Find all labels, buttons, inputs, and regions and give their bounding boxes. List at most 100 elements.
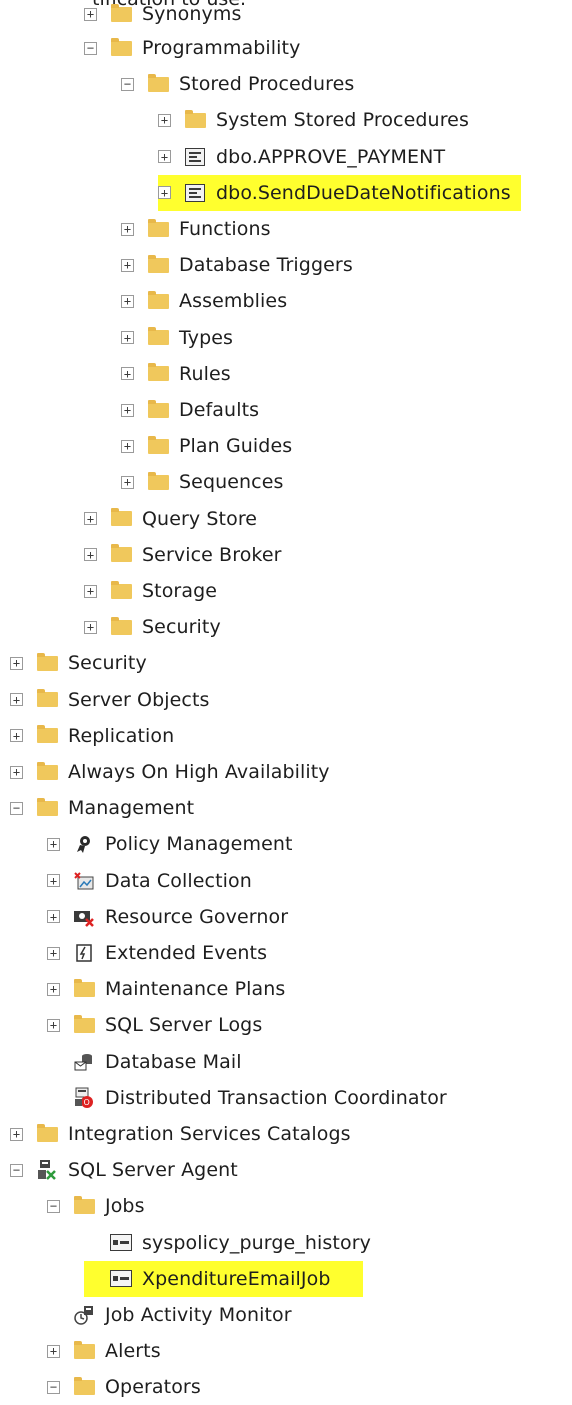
- tree-node[interactable]: + Security: [84, 609, 221, 645]
- expand-toggle-icon[interactable]: +: [10, 656, 23, 670]
- folder-icon: [147, 290, 169, 311]
- expand-toggle-icon[interactable]: +: [47, 1344, 60, 1358]
- tree-node[interactable]: + Data Collection: [47, 863, 252, 899]
- tree-node-label: Sequences: [179, 471, 284, 494]
- tree-node[interactable]: + dbo.APPROVE_PAYMENT: [158, 139, 445, 175]
- expand-toggle-icon[interactable]: +: [121, 439, 134, 453]
- tree-node[interactable]: + Storage: [84, 573, 217, 609]
- expand-toggle-icon[interactable]: +: [84, 512, 97, 526]
- expand-toggle-icon[interactable]: +: [47, 982, 60, 996]
- expand-toggle-icon[interactable]: +: [121, 331, 134, 345]
- collapse-toggle-icon[interactable]: −: [47, 1380, 60, 1394]
- folder-icon: [110, 580, 132, 601]
- expand-toggle-icon[interactable]: +: [158, 186, 171, 200]
- tree-node[interactable]: + Extended Events: [47, 935, 267, 971]
- tree-node-label: syspolicy_purge_history: [142, 1231, 371, 1254]
- tree-node[interactable]: + Sequences: [121, 464, 284, 500]
- collapse-toggle-icon[interactable]: −: [121, 77, 134, 91]
- collapse-toggle-icon[interactable]: −: [84, 41, 97, 55]
- expand-toggle-icon[interactable]: +: [121, 367, 134, 381]
- expand-toggle-icon[interactable]: +: [10, 693, 23, 707]
- tree-node-label: Types: [179, 326, 234, 349]
- no-toggle: [84, 1236, 97, 1249]
- tree-node-label: Service Broker: [142, 543, 282, 566]
- tree-node[interactable]: + Defaults: [121, 392, 259, 428]
- expand-toggle-icon[interactable]: +: [158, 150, 171, 164]
- tree-node-label: Defaults: [179, 399, 260, 421]
- policy-icon: [73, 834, 95, 854]
- collapse-toggle-icon[interactable]: −: [10, 1163, 23, 1177]
- tree-node[interactable]: − SQL Server Agent: [10, 1152, 238, 1188]
- expand-toggle-icon[interactable]: +: [47, 910, 60, 924]
- folder-icon: [36, 689, 58, 710]
- expand-toggle-icon[interactable]: +: [84, 584, 97, 598]
- collapse-toggle-icon[interactable]: −: [10, 801, 23, 815]
- tree-node[interactable]: + dbo.SendDueDateNotifications: [158, 174, 521, 211]
- tree-node[interactable]: + Synonyms: [84, 0, 241, 32]
- expand-toggle-icon[interactable]: +: [121, 294, 134, 308]
- tree-node[interactable]: − Programmability: [84, 30, 300, 66]
- expand-toggle-icon[interactable]: +: [84, 620, 97, 634]
- tree-node[interactable]: + Functions: [121, 211, 271, 247]
- expand-toggle-icon[interactable]: +: [121, 258, 134, 272]
- tree-node[interactable]: + SQL Server Logs: [47, 1007, 262, 1043]
- folder-icon: [184, 109, 206, 130]
- tree-node-label: SQL Server Logs: [105, 1014, 263, 1037]
- tree-node[interactable]: + Server Objects: [10, 682, 210, 718]
- tree-node-label: Security: [68, 652, 147, 675]
- tree-node[interactable]: + Assemblies: [121, 283, 287, 319]
- tree-node[interactable]: + Alerts: [47, 1333, 161, 1369]
- folder-icon: [147, 218, 169, 239]
- tree-node[interactable]: + Security: [10, 645, 147, 681]
- expand-toggle-icon[interactable]: +: [84, 548, 97, 562]
- no-toggle: [47, 1309, 60, 1322]
- tree-node[interactable]: − Stored Procedures: [121, 66, 354, 102]
- tree-node[interactable]: + Database Triggers: [121, 247, 353, 283]
- tree-node[interactable]: Job Activity Monitor: [47, 1297, 292, 1333]
- tree-node[interactable]: + Resource Governor: [47, 899, 288, 935]
- expand-toggle-icon[interactable]: +: [158, 113, 171, 127]
- stored-procedure-icon: [184, 147, 206, 167]
- tree-node[interactable]: + Always On High Availability: [10, 754, 330, 790]
- tree-node-label: Query Store: [142, 507, 258, 530]
- tree-node[interactable]: + Maintenance Plans: [47, 971, 285, 1007]
- tree-node[interactable]: Database Mail: [47, 1044, 242, 1080]
- tree-node-label: dbo.SendDueDateNotifications: [216, 181, 511, 204]
- tree-node[interactable]: + Replication: [10, 718, 174, 754]
- expand-toggle-icon[interactable]: +: [121, 222, 134, 236]
- tree-node-label: XpenditureEmailJob: [142, 1267, 331, 1290]
- tree-node[interactable]: + Service Broker: [84, 537, 282, 573]
- expand-toggle-icon[interactable]: +: [47, 946, 60, 960]
- tree-node[interactable]: XpenditureEmailJob: [84, 1260, 363, 1297]
- tree-node[interactable]: − Management: [10, 790, 194, 826]
- expand-toggle-icon[interactable]: +: [121, 403, 134, 417]
- expand-toggle-icon[interactable]: +: [47, 1018, 60, 1032]
- tree-node[interactable]: − Operators: [47, 1369, 201, 1405]
- tree-node[interactable]: + Types: [121, 320, 233, 356]
- expand-toggle-icon[interactable]: +: [47, 874, 60, 888]
- tree-node[interactable]: + Query Store: [84, 501, 257, 537]
- job-icon: [110, 1269, 132, 1289]
- sql-agent-icon: [36, 1160, 58, 1181]
- tree-node[interactable]: + System Stored Procedures: [158, 102, 469, 138]
- expand-toggle-icon[interactable]: +: [10, 1127, 23, 1141]
- collapse-toggle-icon[interactable]: −: [47, 1199, 60, 1213]
- expand-toggle-icon[interactable]: +: [10, 765, 23, 779]
- tree-node[interactable]: + Rules: [121, 356, 231, 392]
- tree-node-label: Functions: [179, 218, 271, 240]
- expand-toggle-icon[interactable]: +: [47, 837, 60, 851]
- folder-icon: [36, 761, 58, 782]
- no-toggle: [47, 1055, 60, 1068]
- tree-node[interactable]: − Jobs: [47, 1188, 145, 1224]
- tree-node-label: Alerts: [105, 1340, 161, 1363]
- folder-icon: [110, 3, 132, 24]
- folder-icon: [36, 1123, 58, 1144]
- tree-node[interactable]: + Plan Guides: [121, 428, 292, 464]
- expand-toggle-icon[interactable]: +: [84, 7, 97, 21]
- tree-node[interactable]: syspolicy_purge_history: [84, 1225, 371, 1261]
- expand-toggle-icon[interactable]: +: [121, 475, 134, 489]
- tree-node[interactable]: + Integration Services Catalogs: [10, 1116, 351, 1152]
- tree-node[interactable]: + Policy Management: [47, 826, 293, 862]
- tree-node[interactable]: O Distributed Transaction Coordinator: [47, 1080, 447, 1116]
- expand-toggle-icon[interactable]: +: [10, 729, 23, 743]
